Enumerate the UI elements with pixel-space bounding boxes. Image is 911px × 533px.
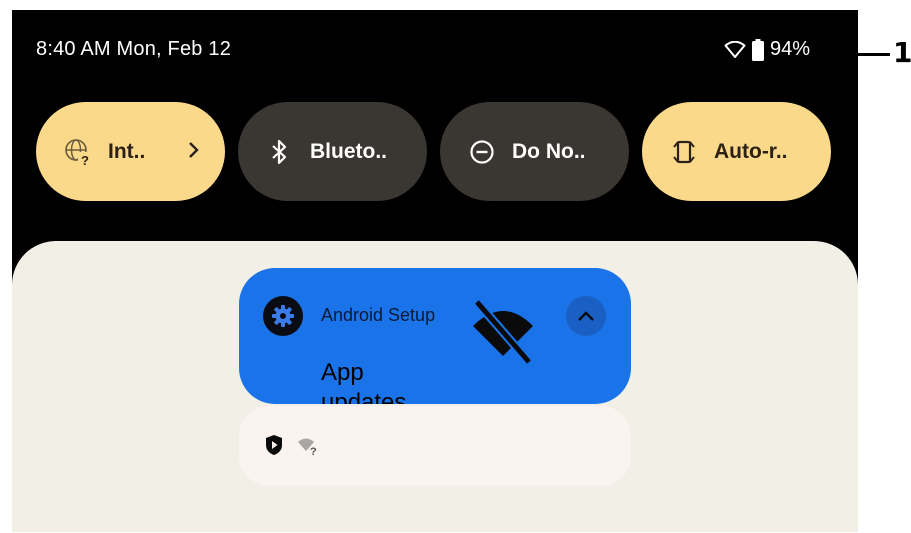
battery-icon <box>751 38 764 61</box>
chevron-right-icon[interactable] <box>187 139 199 165</box>
internet-icon: ? <box>64 138 92 166</box>
callout-number: 1 <box>893 36 911 69</box>
notification-collapsed[interactable]: ? <box>239 406 631 486</box>
tile-bluetooth-label: Blueto.. <box>310 139 387 163</box>
svg-text:?: ? <box>310 446 317 456</box>
notification-shade-screen: 8:40 AM Mon, Feb 12 94% ? Int.. Blueto..… <box>12 10 858 532</box>
battery-percent: 94% <box>769 38 810 60</box>
quick-settings-tiles: ? Int.. Blueto.. Do No.. Auto-r.. <box>36 102 831 201</box>
notification-android-setup[interactable]: Android Setup App updates <box>239 268 631 404</box>
tile-auto-rotate-label: Auto-r.. <box>714 139 788 163</box>
notification-title: App updates <box>321 359 407 404</box>
wifi-icon <box>724 40 746 59</box>
status-time-date: 8:40 AM Mon, Feb 12 <box>36 38 232 60</box>
status-bar: 8:40 AM Mon, Feb 12 94% <box>12 10 858 88</box>
tile-do-not-disturb-label: Do No.. <box>512 139 586 163</box>
wifi-off-icon <box>467 298 539 373</box>
auto-rotate-icon <box>670 138 698 166</box>
tile-bluetooth[interactable]: Blueto.. <box>238 102 427 201</box>
do-not-disturb-icon <box>468 138 496 166</box>
chevron-up-icon[interactable] <box>566 296 606 336</box>
tile-internet-label: Int.. <box>108 139 146 163</box>
svg-text:?: ? <box>81 153 89 166</box>
notification-app-name: Android Setup <box>321 305 436 325</box>
tile-internet[interactable]: ? Int.. <box>36 102 225 201</box>
wifi-unknown-icon: ? <box>297 436 319 461</box>
tile-do-not-disturb[interactable]: Do No.. <box>440 102 629 201</box>
settings-gear-icon <box>263 296 303 336</box>
bluetooth-icon <box>266 138 294 166</box>
tile-auto-rotate[interactable]: Auto-r.. <box>642 102 831 201</box>
play-protect-icon <box>265 434 283 461</box>
status-icons: 94% <box>724 38 810 61</box>
callout-leader-line <box>844 53 890 56</box>
